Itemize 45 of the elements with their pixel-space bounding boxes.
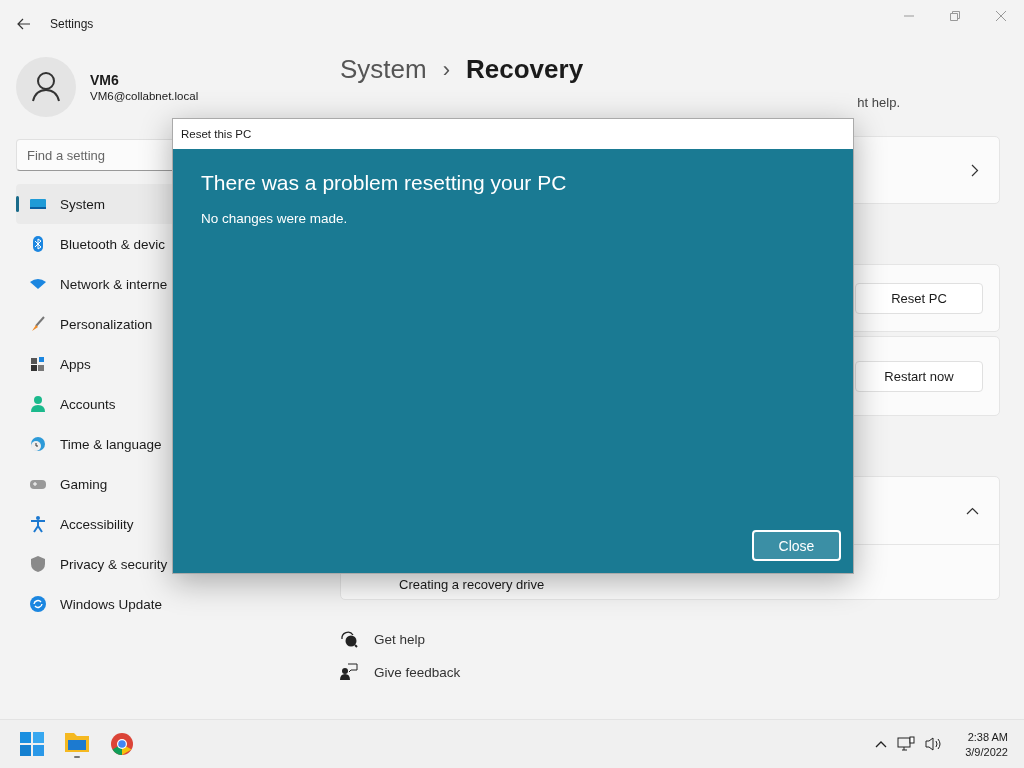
help-link[interactable]: Get help: [374, 631, 426, 647]
back-icon[interactable]: [17, 18, 31, 30]
browser-icon[interactable]: [110, 732, 134, 756]
dialog-title: Reset this PC: [181, 128, 252, 140]
nav-icon: [29, 315, 47, 333]
sidebar-item[interactable]: Accessibility: [16, 504, 286, 544]
nav-icon: [29, 555, 47, 573]
sidebar-item[interactable]: Gaming: [16, 464, 286, 504]
sidebar-item[interactable]: Windows Update: [16, 584, 286, 624]
sidebar-item[interactable]: Privacy & security: [16, 544, 286, 584]
close-icon[interactable]: [996, 11, 1006, 21]
page-title: Recovery: [466, 54, 584, 85]
sidebar-item[interactable]: Network & interne: [16, 264, 286, 304]
clock-date[interactable]: 3/9/2022: [965, 745, 1008, 758]
volume-icon[interactable]: [925, 736, 944, 752]
clock-time[interactable]: 2:38 AM: [967, 730, 1008, 743]
chevron-up-icon[interactable]: [875, 740, 888, 748]
avatar-icon: [16, 57, 76, 117]
feedback-icon: [340, 663, 358, 681]
start-icon[interactable]: [20, 732, 44, 756]
sidebar-item[interactable]: Personalization: [16, 304, 286, 344]
sidebar-item[interactable]: Accounts: [16, 384, 286, 424]
nav-icon: [29, 515, 47, 533]
network-icon[interactable]: [897, 736, 916, 752]
breadcrumb-parent[interactable]: System: [340, 54, 427, 85]
user-name: VM6: [90, 72, 120, 88]
breadcrumb-separator: ›: [442, 56, 450, 83]
chevron-right-icon: [971, 163, 979, 177]
related-setting[interactable]: Creating a recovery drive: [399, 577, 545, 592]
nav-icon: [29, 395, 47, 413]
close-button[interactable]: Close: [752, 530, 841, 561]
help-icon: [340, 630, 358, 648]
card-button[interactable]: Restart now: [855, 360, 983, 392]
restore-icon[interactable]: [950, 11, 960, 21]
help-link[interactable]: Give feedback: [374, 664, 461, 680]
nav-icon: [29, 355, 47, 373]
window-title: Settings: [50, 17, 94, 31]
card-button[interactable]: Reset PC: [855, 282, 983, 314]
chevron-up-icon[interactable]: [966, 506, 979, 515]
nav-icon: [29, 435, 47, 453]
sidebar-item[interactable]: Apps: [16, 344, 286, 384]
description-text: ht help.: [857, 95, 900, 112]
user-email: VM6@collabnet.local: [90, 90, 199, 102]
sidebar-item[interactable]: Time & language: [16, 424, 286, 464]
nav-icon: [29, 595, 47, 613]
